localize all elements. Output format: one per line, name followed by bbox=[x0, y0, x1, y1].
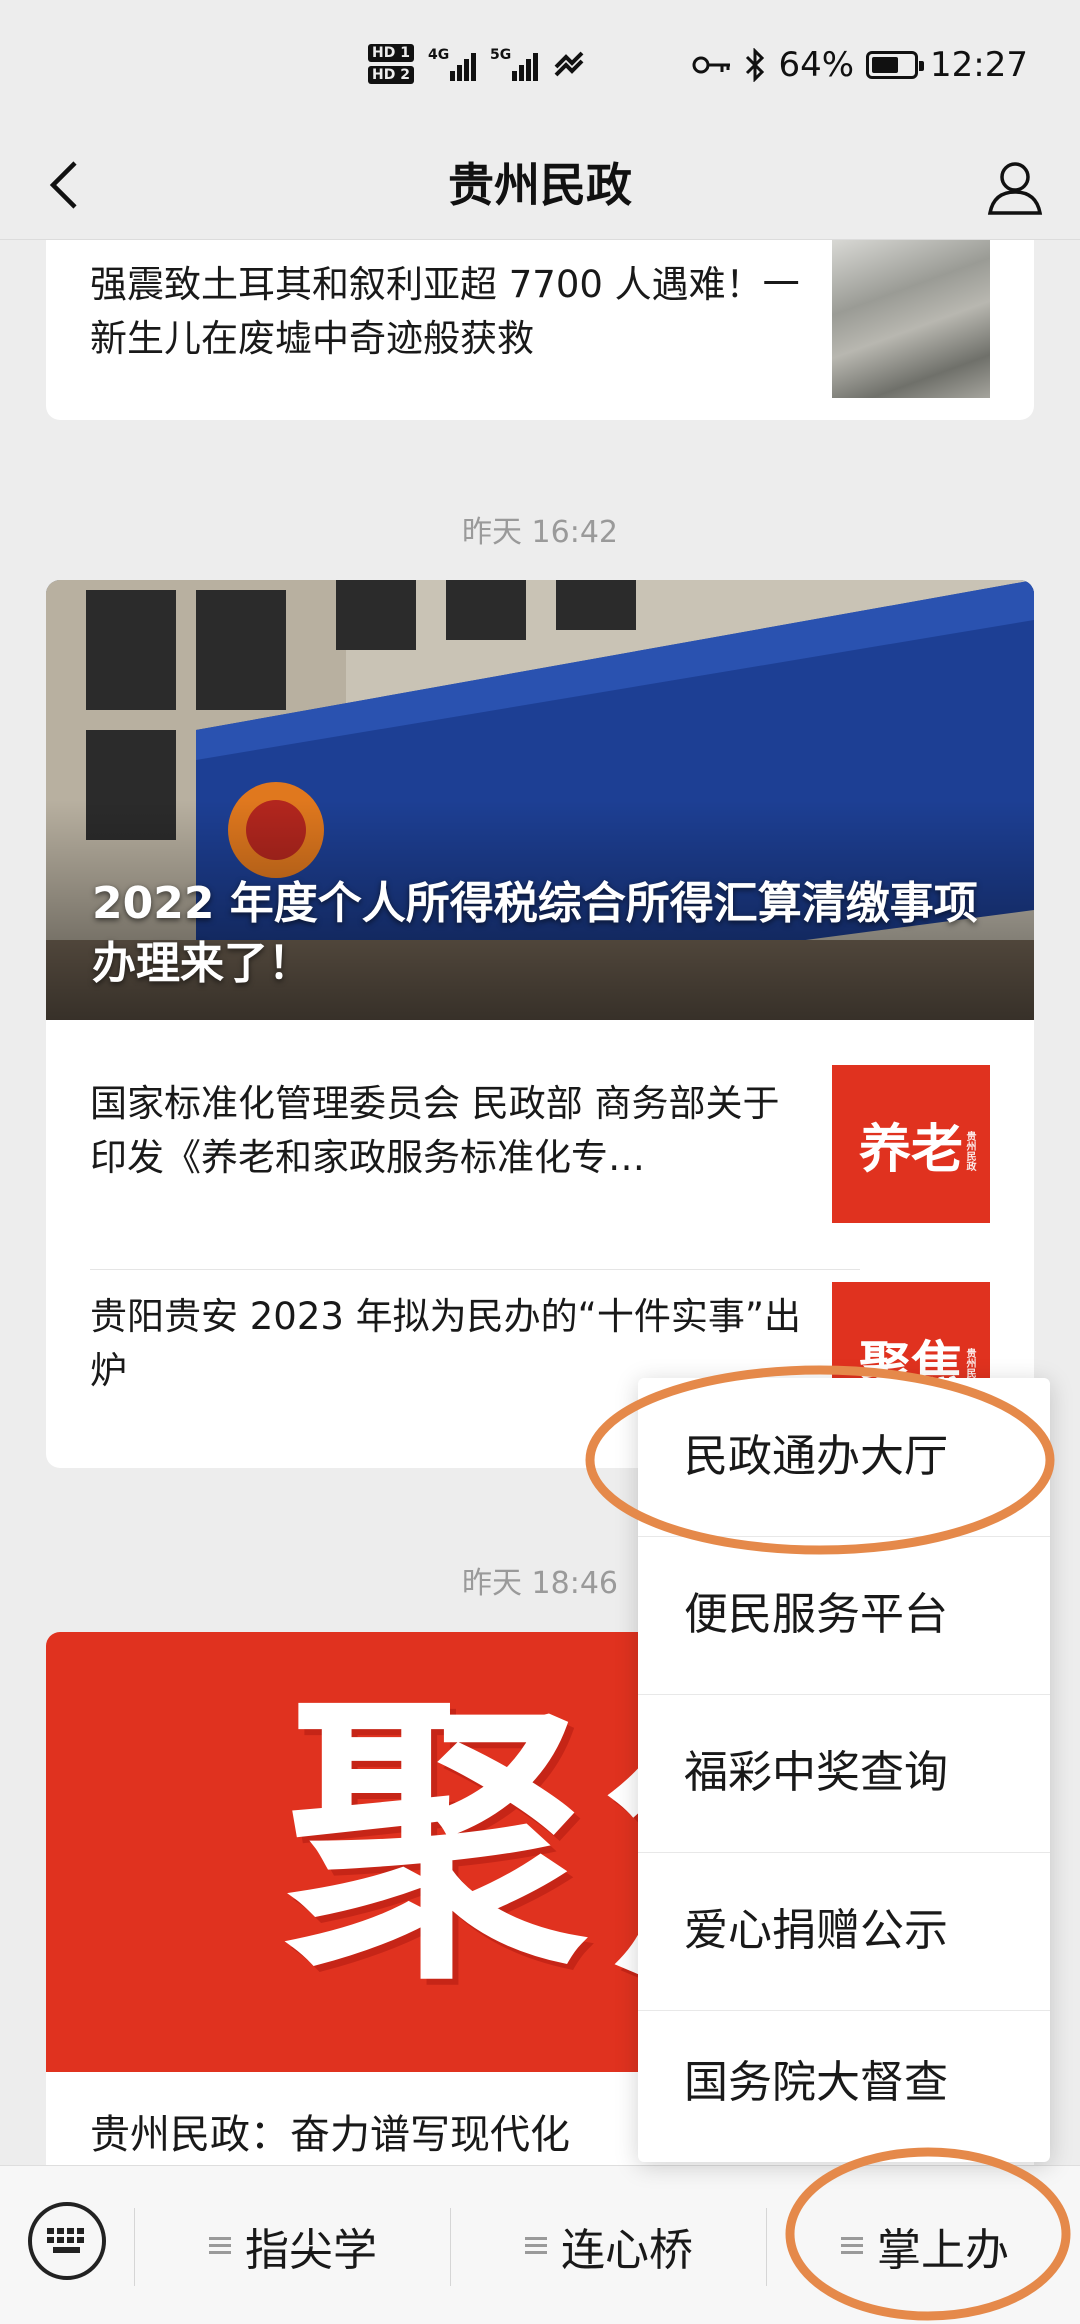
thumbnail-text: 养老 bbox=[858, 1118, 963, 1180]
submenu-item[interactable]: 福彩中奖查询 bbox=[638, 1694, 1050, 1852]
status-bar: HD 1 HD 2 4G 5G 64% 12:27 bbox=[0, 0, 1080, 130]
bottom-menu-bar: 指尖学 连心桥 掌上办 bbox=[0, 2165, 1080, 2324]
battery-icon bbox=[866, 51, 925, 79]
submenu-item[interactable]: 民政通办大厅 bbox=[638, 1378, 1050, 1536]
wifi-call-icon bbox=[554, 51, 584, 77]
hd1-badge: HD 1 bbox=[368, 44, 414, 62]
submenu-item[interactable]: 便民服务平台 bbox=[638, 1536, 1050, 1694]
menu-button-zhijianxue[interactable]: 指尖学 bbox=[136, 2166, 450, 2324]
hd-badges: HD 1 HD 2 bbox=[368, 44, 414, 84]
article-card: 2022 年度个人所得税综合所得汇算清缴事项办理来了！ 国家标准化管理委员会 民… bbox=[46, 580, 1034, 1468]
submenu-popup: 民政通办大厅 便民服务平台 福彩中奖查询 爱心捐赠公示 国务院大督查 bbox=[638, 1378, 1050, 2162]
submenu-item[interactable]: 爱心捐赠公示 bbox=[638, 1852, 1050, 2010]
article-title: 强震致土耳其和叙利亚超 7700 人遇难！一新生儿在废墟中奇迹般获救 bbox=[90, 263, 800, 360]
divider bbox=[450, 2208, 451, 2286]
submenu-item[interactable]: 国务院大督查 bbox=[638, 2004, 1050, 2162]
profile-button[interactable] bbox=[980, 152, 1050, 222]
hero-article[interactable]: 2022 年度个人所得税综合所得汇算清缴事项办理来了！ bbox=[46, 580, 1034, 1020]
article-item[interactable]: 强震致土耳其和叙利亚超 7700 人遇难！一新生儿在废墟中奇迹般获救 bbox=[90, 240, 990, 420]
battery-level bbox=[872, 57, 898, 73]
back-button[interactable] bbox=[30, 152, 96, 218]
clock: 12:27 bbox=[930, 45, 1028, 85]
hd2-badge: HD 2 bbox=[368, 66, 414, 84]
battery-percent: 64% bbox=[778, 45, 855, 85]
article-title: 贵州民政：奋力谱写现代化 bbox=[90, 2112, 570, 2158]
net2-label: 5G bbox=[489, 47, 512, 63]
keyboard-button[interactable] bbox=[28, 2202, 106, 2280]
signal-4g-icon: 4G bbox=[428, 47, 476, 81]
network-indicators: HD 1 HD 2 4G 5G bbox=[368, 36, 586, 92]
article-thumbnail bbox=[832, 240, 990, 398]
article-card: 强震致土耳其和叙利亚超 7700 人遇难！一新生儿在废墟中奇迹般获救 bbox=[46, 240, 1034, 420]
article-thumbnail: 养老 贵州民政 bbox=[832, 1065, 990, 1223]
menu-button-lianxinqiao[interactable]: 连心桥 bbox=[452, 2166, 766, 2324]
status-right: 64% 12:27 bbox=[692, 40, 1028, 90]
menu-lines-icon bbox=[209, 2237, 231, 2254]
menu-button-label: 掌上办 bbox=[877, 2224, 1009, 2276]
keyboard-icon bbox=[47, 2228, 84, 2253]
divider bbox=[134, 2208, 135, 2286]
article-title: 国家标准化管理委员会 民政部 商务部关于印发《养老和家政服务标准化专… bbox=[90, 1082, 780, 1179]
user-icon bbox=[987, 162, 1043, 215]
menu-button-label: 连心桥 bbox=[561, 2224, 693, 2276]
article-item[interactable]: 国家标准化管理委员会 民政部 商务部关于印发《养老和家政服务标准化专… 养老 贵… bbox=[90, 1055, 990, 1255]
page-title: 贵州民政 bbox=[448, 158, 632, 212]
hero-title: 2022 年度个人所得税综合所得汇算清缴事项办理来了！ bbox=[92, 878, 978, 989]
thumbnail-source: 贵州民政 bbox=[964, 1131, 975, 1171]
menu-lines-icon bbox=[841, 2237, 863, 2254]
key-icon bbox=[692, 56, 731, 74]
chevron-left-icon bbox=[49, 161, 77, 209]
timestamp: 昨天 16:42 bbox=[462, 515, 618, 550]
navigation-bar: 贵州民政 bbox=[0, 130, 1080, 240]
bluetooth-icon bbox=[746, 48, 765, 82]
signal-5g-icon: 5G bbox=[490, 47, 538, 81]
menu-lines-icon bbox=[525, 2237, 547, 2254]
menu-button-label: 指尖学 bbox=[245, 2224, 377, 2276]
net1-label: 4G bbox=[427, 47, 450, 63]
menu-button-zhangshangban[interactable]: 掌上办 bbox=[768, 2166, 1080, 2324]
divider bbox=[766, 2208, 767, 2286]
